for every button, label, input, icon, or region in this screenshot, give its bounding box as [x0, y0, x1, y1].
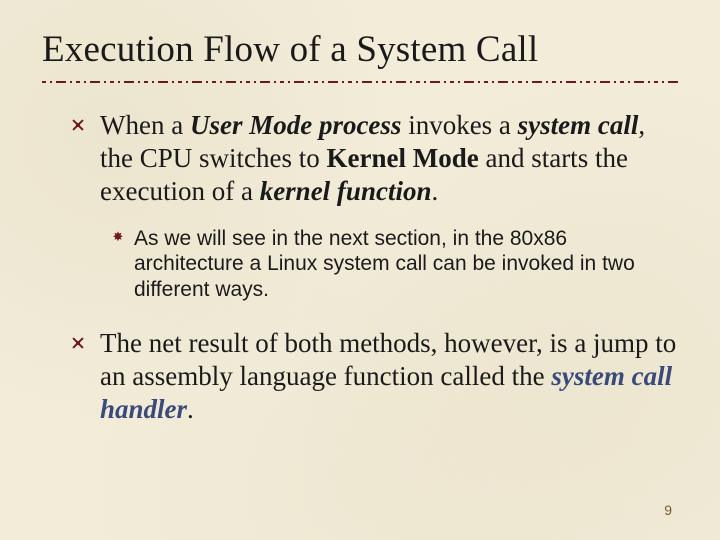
slide-body: When a User Mode process invokes a syste…: [42, 109, 678, 425]
slide-title: Execution Flow of a System Call: [42, 28, 678, 71]
text-run: User Mode process: [190, 110, 401, 140]
text-run: When a: [100, 110, 190, 140]
text-run: .: [187, 394, 194, 424]
cross-bullet-icon: [70, 335, 86, 351]
bullet-item-l2: ✸ As we will see in the next section, in …: [112, 226, 678, 303]
bullet-text: The net result of both methods, however,…: [100, 327, 678, 426]
bullet-item-l1: The net result of both methods, however,…: [70, 327, 678, 426]
text-run: Kernel Mode: [327, 143, 479, 173]
text-run: kernel function: [260, 176, 432, 206]
text-run: invokes a: [401, 110, 517, 140]
text-run: As we will see in the next section, in t…: [134, 227, 635, 301]
page-number: 9: [664, 502, 672, 518]
bullet-text: When a User Mode process invokes a syste…: [100, 109, 678, 208]
bullet-text: As we will see in the next section, in t…: [134, 226, 664, 303]
text-run: .: [431, 176, 438, 206]
slide: Execution Flow of a System Call When a U…: [0, 0, 720, 540]
cross-bullet-icon: [70, 117, 86, 133]
title-divider: [42, 81, 682, 83]
bullet-item-l1: When a User Mode process invokes a syste…: [70, 109, 678, 208]
text-run: system call: [518, 110, 639, 140]
star-bullet-icon: ✸: [112, 231, 124, 243]
